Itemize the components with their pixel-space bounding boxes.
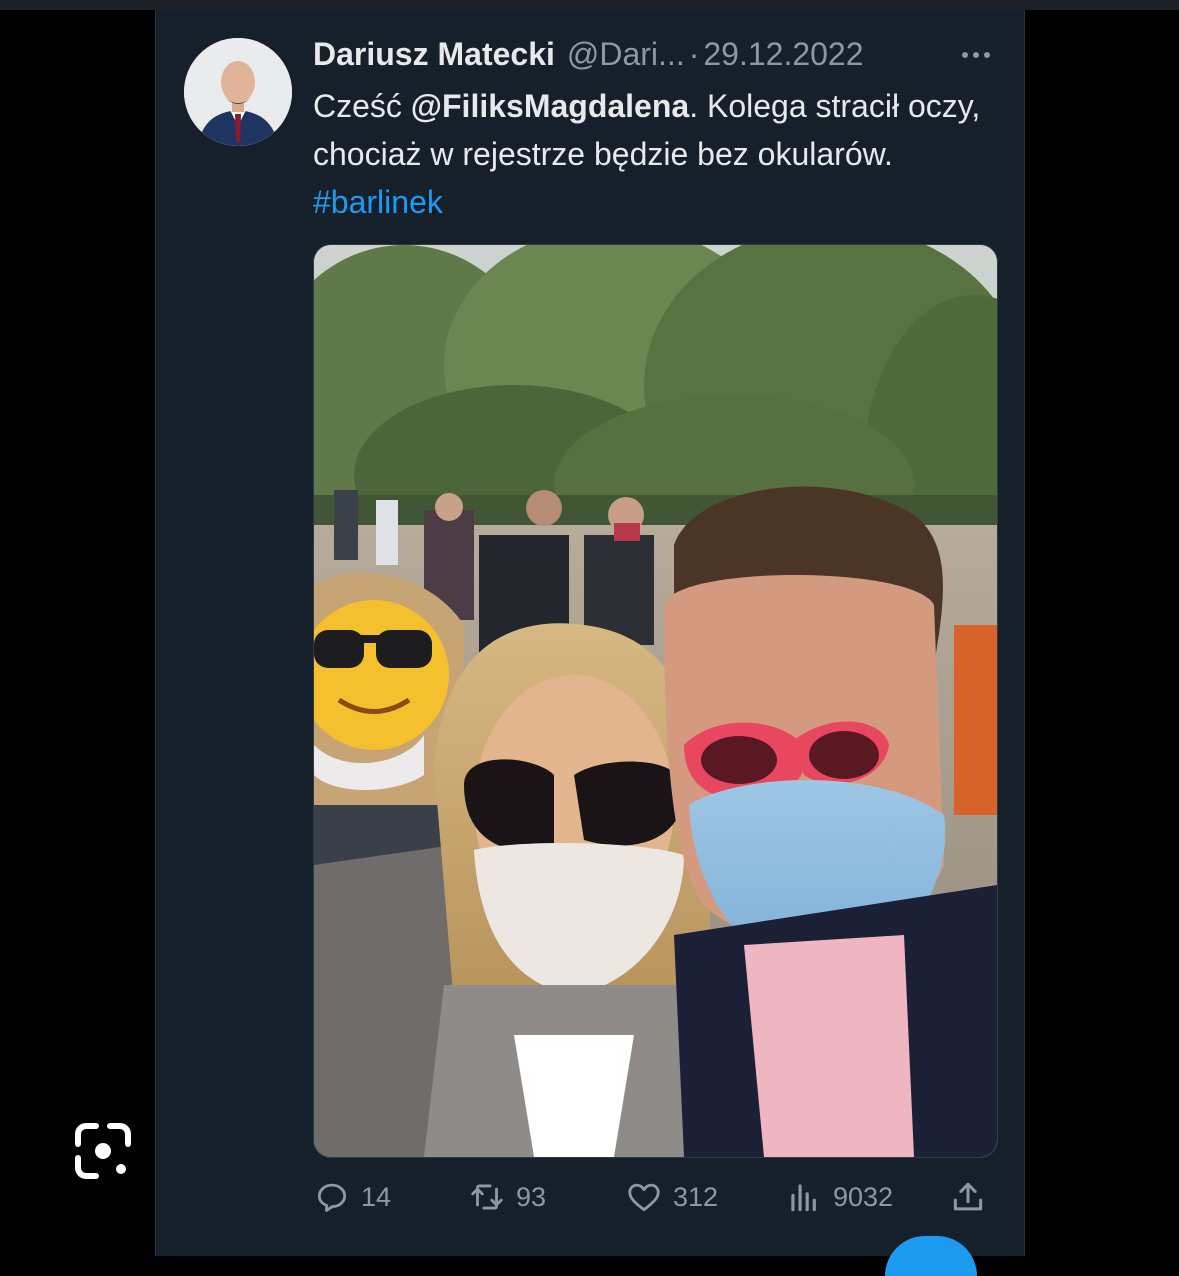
retweet-count: 93	[516, 1181, 547, 1212]
reply-icon	[317, 1183, 347, 1212]
reply-count: 14	[361, 1181, 392, 1212]
tweet-actions: 14 93 312 9032	[313, 1175, 1003, 1219]
photo-image	[314, 245, 997, 1157]
views-count: 9032	[833, 1181, 894, 1212]
more-horizontal-icon[interactable]	[956, 40, 996, 70]
tweet-text-prefix: Cześć	[313, 88, 411, 124]
tweet-card[interactable]: Dariusz Matecki @Dari... · 29.12.2022 Cz…	[155, 10, 1025, 1256]
tweet-photo[interactable]	[313, 244, 998, 1158]
tweet-text: Cześć @FiliksMagdalena. Kolega stracił o…	[313, 82, 1003, 226]
heart-icon	[628, 1183, 660, 1212]
right-margin	[1026, 10, 1179, 1256]
author-name[interactable]: Dariusz Matecki	[313, 36, 555, 73]
hashtag-link[interactable]: #barlinek	[313, 184, 443, 220]
share-icon	[953, 1182, 983, 1211]
mention-link[interactable]: @FiliksMagdalena	[411, 88, 689, 124]
like-button[interactable]: 312	[625, 1175, 718, 1219]
reply-button[interactable]: 14	[313, 1175, 391, 1219]
header-separator: ·	[688, 35, 700, 72]
avatar-image	[184, 38, 292, 146]
like-count: 312	[673, 1181, 719, 1212]
tweet-header: Dariusz Matecki @Dari... · 29.12.2022	[313, 32, 1003, 76]
share-button[interactable]	[949, 1175, 997, 1219]
retweet-icon	[471, 1184, 503, 1210]
author-handle[interactable]: @Dari...	[567, 36, 685, 73]
window-top-bar	[0, 0, 1179, 10]
retweet-button[interactable]: 93	[468, 1175, 546, 1219]
google-lens-icon[interactable]	[74, 1122, 132, 1180]
avatar[interactable]	[184, 38, 292, 146]
views-icon	[791, 1184, 816, 1212]
tweet-date[interactable]: 29.12.2022	[703, 36, 863, 73]
views-button[interactable]: 9032	[785, 1175, 893, 1219]
